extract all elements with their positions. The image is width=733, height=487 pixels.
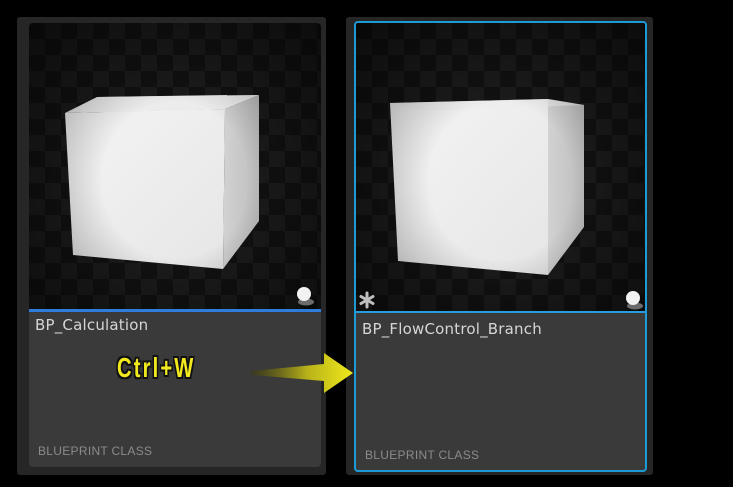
cube-thumbnail-icon	[65, 95, 259, 269]
asset-tile-bp-flowcontrol-branch[interactable]: BP_FlowControl_Branch BLUEPRINT CLASS	[346, 17, 653, 475]
asset-class-label: BLUEPRINT CLASS	[365, 448, 480, 462]
shortcut-annotation-label: Ctrl+W	[117, 352, 196, 383]
mobility-icon	[297, 287, 314, 306]
content-browser-view: BP_Calculation BLUEPRINT CLASS BP_FlowCo…	[0, 0, 733, 487]
cube-thumbnail-icon	[390, 99, 584, 275]
asset-name-label: BP_Calculation	[35, 316, 149, 334]
asset-type-color-bar	[356, 311, 645, 313]
asset-class-label: BLUEPRINT CLASS	[38, 444, 153, 458]
asset-card[interactable]: BP_Calculation BLUEPRINT CLASS	[29, 23, 321, 467]
asset-card-selected[interactable]: BP_FlowControl_Branch BLUEPRINT CLASS	[354, 21, 647, 472]
mobility-icon	[626, 291, 643, 310]
asset-type-color-bar	[29, 309, 321, 312]
asset-name-label: BP_FlowControl_Branch	[362, 320, 542, 338]
asset-tile-bp-calculation[interactable]: BP_Calculation BLUEPRINT CLASS	[17, 17, 326, 475]
dirty-asterisk-icon	[359, 291, 375, 309]
yellow-arrow-right-icon	[252, 353, 353, 393]
asset-thumbnail	[356, 23, 645, 311]
asset-thumbnail	[29, 23, 321, 309]
